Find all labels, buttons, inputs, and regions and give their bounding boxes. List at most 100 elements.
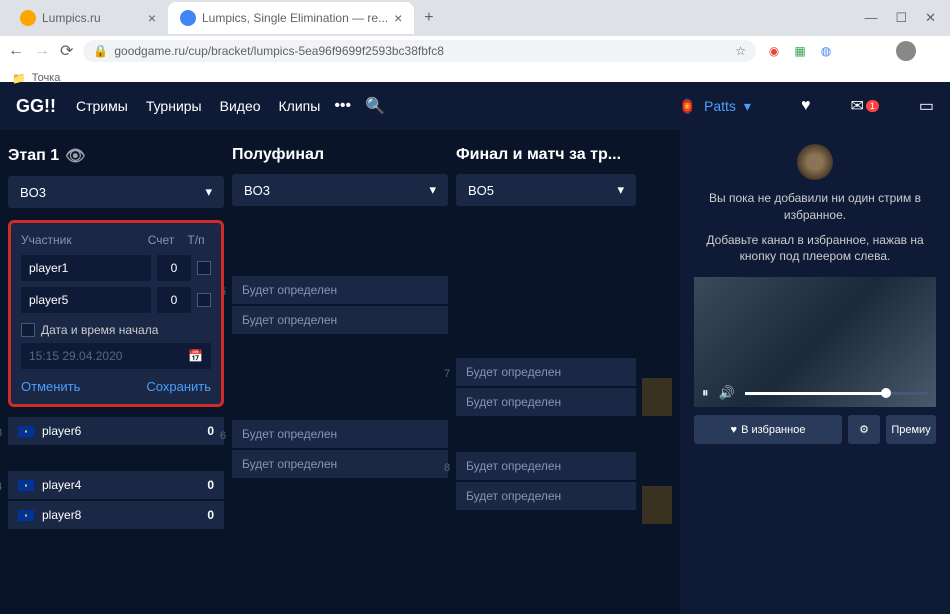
browser-tab-active[interactable]: Lumpics, Single Elimination — re... × <box>168 2 414 34</box>
stage-title: Этап 1 👁 <box>8 146 224 166</box>
match-number: 7 <box>444 368 450 380</box>
username: Patts <box>704 98 736 114</box>
user-menu[interactable]: 🏮 Patts ▾ <box>679 98 751 115</box>
date-value: 15:15 29.04.2020 <box>29 349 122 363</box>
tbd-slot: Будет определен <box>232 276 448 304</box>
match[interactable]: 8 Будет определен Будет определен <box>456 452 636 510</box>
settings-button[interactable]: ⚙ <box>848 415 880 444</box>
tp-checkbox[interactable] <box>197 261 211 275</box>
volume-icon[interactable]: 🔊 <box>719 385 735 401</box>
premium-button[interactable]: Премиу <box>886 415 936 444</box>
format-select[interactable]: BO3 ▾ <box>8 176 224 208</box>
nav-item[interactable]: Видео <box>220 98 261 114</box>
volume-slider[interactable] <box>745 392 928 395</box>
ext-icon[interactable]: ◉ <box>766 43 782 59</box>
profile-icon[interactable] <box>896 41 916 61</box>
close-icon[interactable]: ✕ <box>925 10 936 26</box>
back-button[interactable]: ← <box>8 42 24 60</box>
video-player[interactable]: ⏸ 🔊 <box>694 277 936 407</box>
player-score: 0 <box>207 424 214 438</box>
player-row: player5 0 <box>21 287 211 313</box>
match[interactable]: 6 Будет определен Будет определен <box>232 420 448 478</box>
date-checkbox[interactable] <box>21 323 35 337</box>
cancel-button[interactable]: Отменить <box>21 379 80 394</box>
flag-icon <box>18 480 34 491</box>
nav-item[interactable]: Стримы <box>76 98 128 114</box>
menu-icon[interactable]: ⋮ <box>926 43 942 59</box>
stage-column-1: Этап 1 👁 BO3 ▾ Участник Счет Т/п player1… <box>8 146 224 598</box>
pause-icon[interactable]: ⏸ <box>702 385 709 401</box>
tbd-slot: Будет определен <box>232 450 448 478</box>
tbd-slot: Будет определен <box>232 420 448 448</box>
stage-column-2: Полуфинал BO3 ▾ 5 Будет определен Будет … <box>232 146 448 598</box>
gear-icon: ⚙ <box>859 423 869 436</box>
browser-tab[interactable]: Lumpics.ru × <box>8 2 168 34</box>
player-slot: player4 0 <box>8 471 224 499</box>
sidebar-text: Добавьте канал в избранное, нажав на кно… <box>694 232 936 266</box>
tp-checkbox[interactable] <box>197 293 211 307</box>
format-select[interactable]: BO5 ▾ <box>456 174 636 206</box>
card-icon[interactable]: ▭ <box>919 96 934 116</box>
site-header: GG!! Стримы Турниры Видео Клипы ••• 🔍 🏮 … <box>0 82 950 130</box>
close-icon[interactable]: × <box>148 10 156 26</box>
main-nav: Стримы Турниры Видео Клипы <box>76 98 320 114</box>
player-slot: player6 0 <box>8 417 224 445</box>
maximize-icon[interactable]: ☐ <box>895 10 907 26</box>
chevron-down-icon: ▾ <box>429 182 436 198</box>
match[interactable]: 4 player4 0 player8 0 <box>8 471 224 529</box>
date-label: Дата и время начала <box>41 323 158 337</box>
save-button[interactable]: Сохранить <box>146 379 211 394</box>
player-input[interactable]: player1 <box>21 255 151 281</box>
user-icon: 🏮 <box>679 98 696 115</box>
nav-item[interactable]: Турниры <box>146 98 202 114</box>
calendar-icon[interactable]: 📅 <box>188 349 203 363</box>
header-tp: Т/п <box>181 233 211 247</box>
new-tab-button[interactable]: + <box>414 5 443 31</box>
ext-icon[interactable]: ♫ <box>870 43 886 59</box>
tbd-slot: Будет определен <box>456 452 636 480</box>
minimize-icon[interactable]: — <box>864 10 877 26</box>
bookmark-item[interactable]: Точка <box>32 72 61 84</box>
player-score: 0 <box>207 508 214 522</box>
match-number: 6 <box>220 430 226 442</box>
logo[interactable]: GG!! <box>16 96 56 117</box>
match[interactable]: 3 player6 0 <box>8 417 224 445</box>
ext-icon[interactable]: ▦ <box>792 43 808 59</box>
match-number: 4 <box>0 481 2 493</box>
stage-title: Полуфинал <box>232 146 448 164</box>
button-label: Премиу <box>891 424 930 436</box>
player-input[interactable]: player5 <box>21 287 151 313</box>
more-icon[interactable]: ••• <box>334 97 351 115</box>
favorite-button[interactable]: ♥ В избранное <box>694 415 842 444</box>
date-input[interactable]: 15:15 29.04.2020 📅 <box>21 343 211 369</box>
match[interactable]: 7 Будет определен Будет определен <box>456 358 636 416</box>
header-actions: ♥ ✉1 ▭ <box>801 96 934 116</box>
flag-icon <box>18 426 34 437</box>
eye-off-icon[interactable]: 👁 <box>65 146 85 166</box>
ext-icon[interactable]: ⋮ <box>844 43 860 59</box>
format-value: BO3 <box>20 185 46 200</box>
chevron-down-icon: ▾ <box>617 182 624 198</box>
messages-button[interactable]: ✉1 <box>850 96 878 116</box>
nav-item[interactable]: Клипы <box>279 98 321 114</box>
url-field[interactable]: 🔒 goodgame.ru/cup/bracket/lumpics-5ea96f… <box>83 40 756 62</box>
tbd-slot: Будет определен <box>232 306 448 334</box>
forward-button[interactable]: → <box>34 42 50 60</box>
score-input[interactable]: 0 <box>157 287 191 313</box>
heart-icon[interactable]: ♥ <box>801 97 811 115</box>
format-select[interactable]: BO3 ▾ <box>232 174 448 206</box>
ext-icon[interactable]: ◍ <box>818 43 834 59</box>
panel-header: Участник Счет Т/п <box>21 233 211 247</box>
date-row: Дата и время начала <box>21 323 211 337</box>
reload-button[interactable]: ⟳ <box>60 41 73 61</box>
score-input[interactable]: 0 <box>157 255 191 281</box>
avatar <box>797 144 833 180</box>
player-slot: player8 0 <box>8 501 224 529</box>
search-icon[interactable]: 🔍 <box>365 96 385 116</box>
close-icon[interactable]: × <box>394 10 402 26</box>
stage-title: Финал и матч за тр... <box>456 146 636 164</box>
star-icon[interactable]: ☆ <box>735 44 746 58</box>
address-bar: ← → ⟳ 🔒 goodgame.ru/cup/bracket/lumpics-… <box>0 36 950 66</box>
chevron-down-icon: ▾ <box>205 184 212 200</box>
match[interactable]: 5 Будет определен Будет определен <box>232 276 448 334</box>
